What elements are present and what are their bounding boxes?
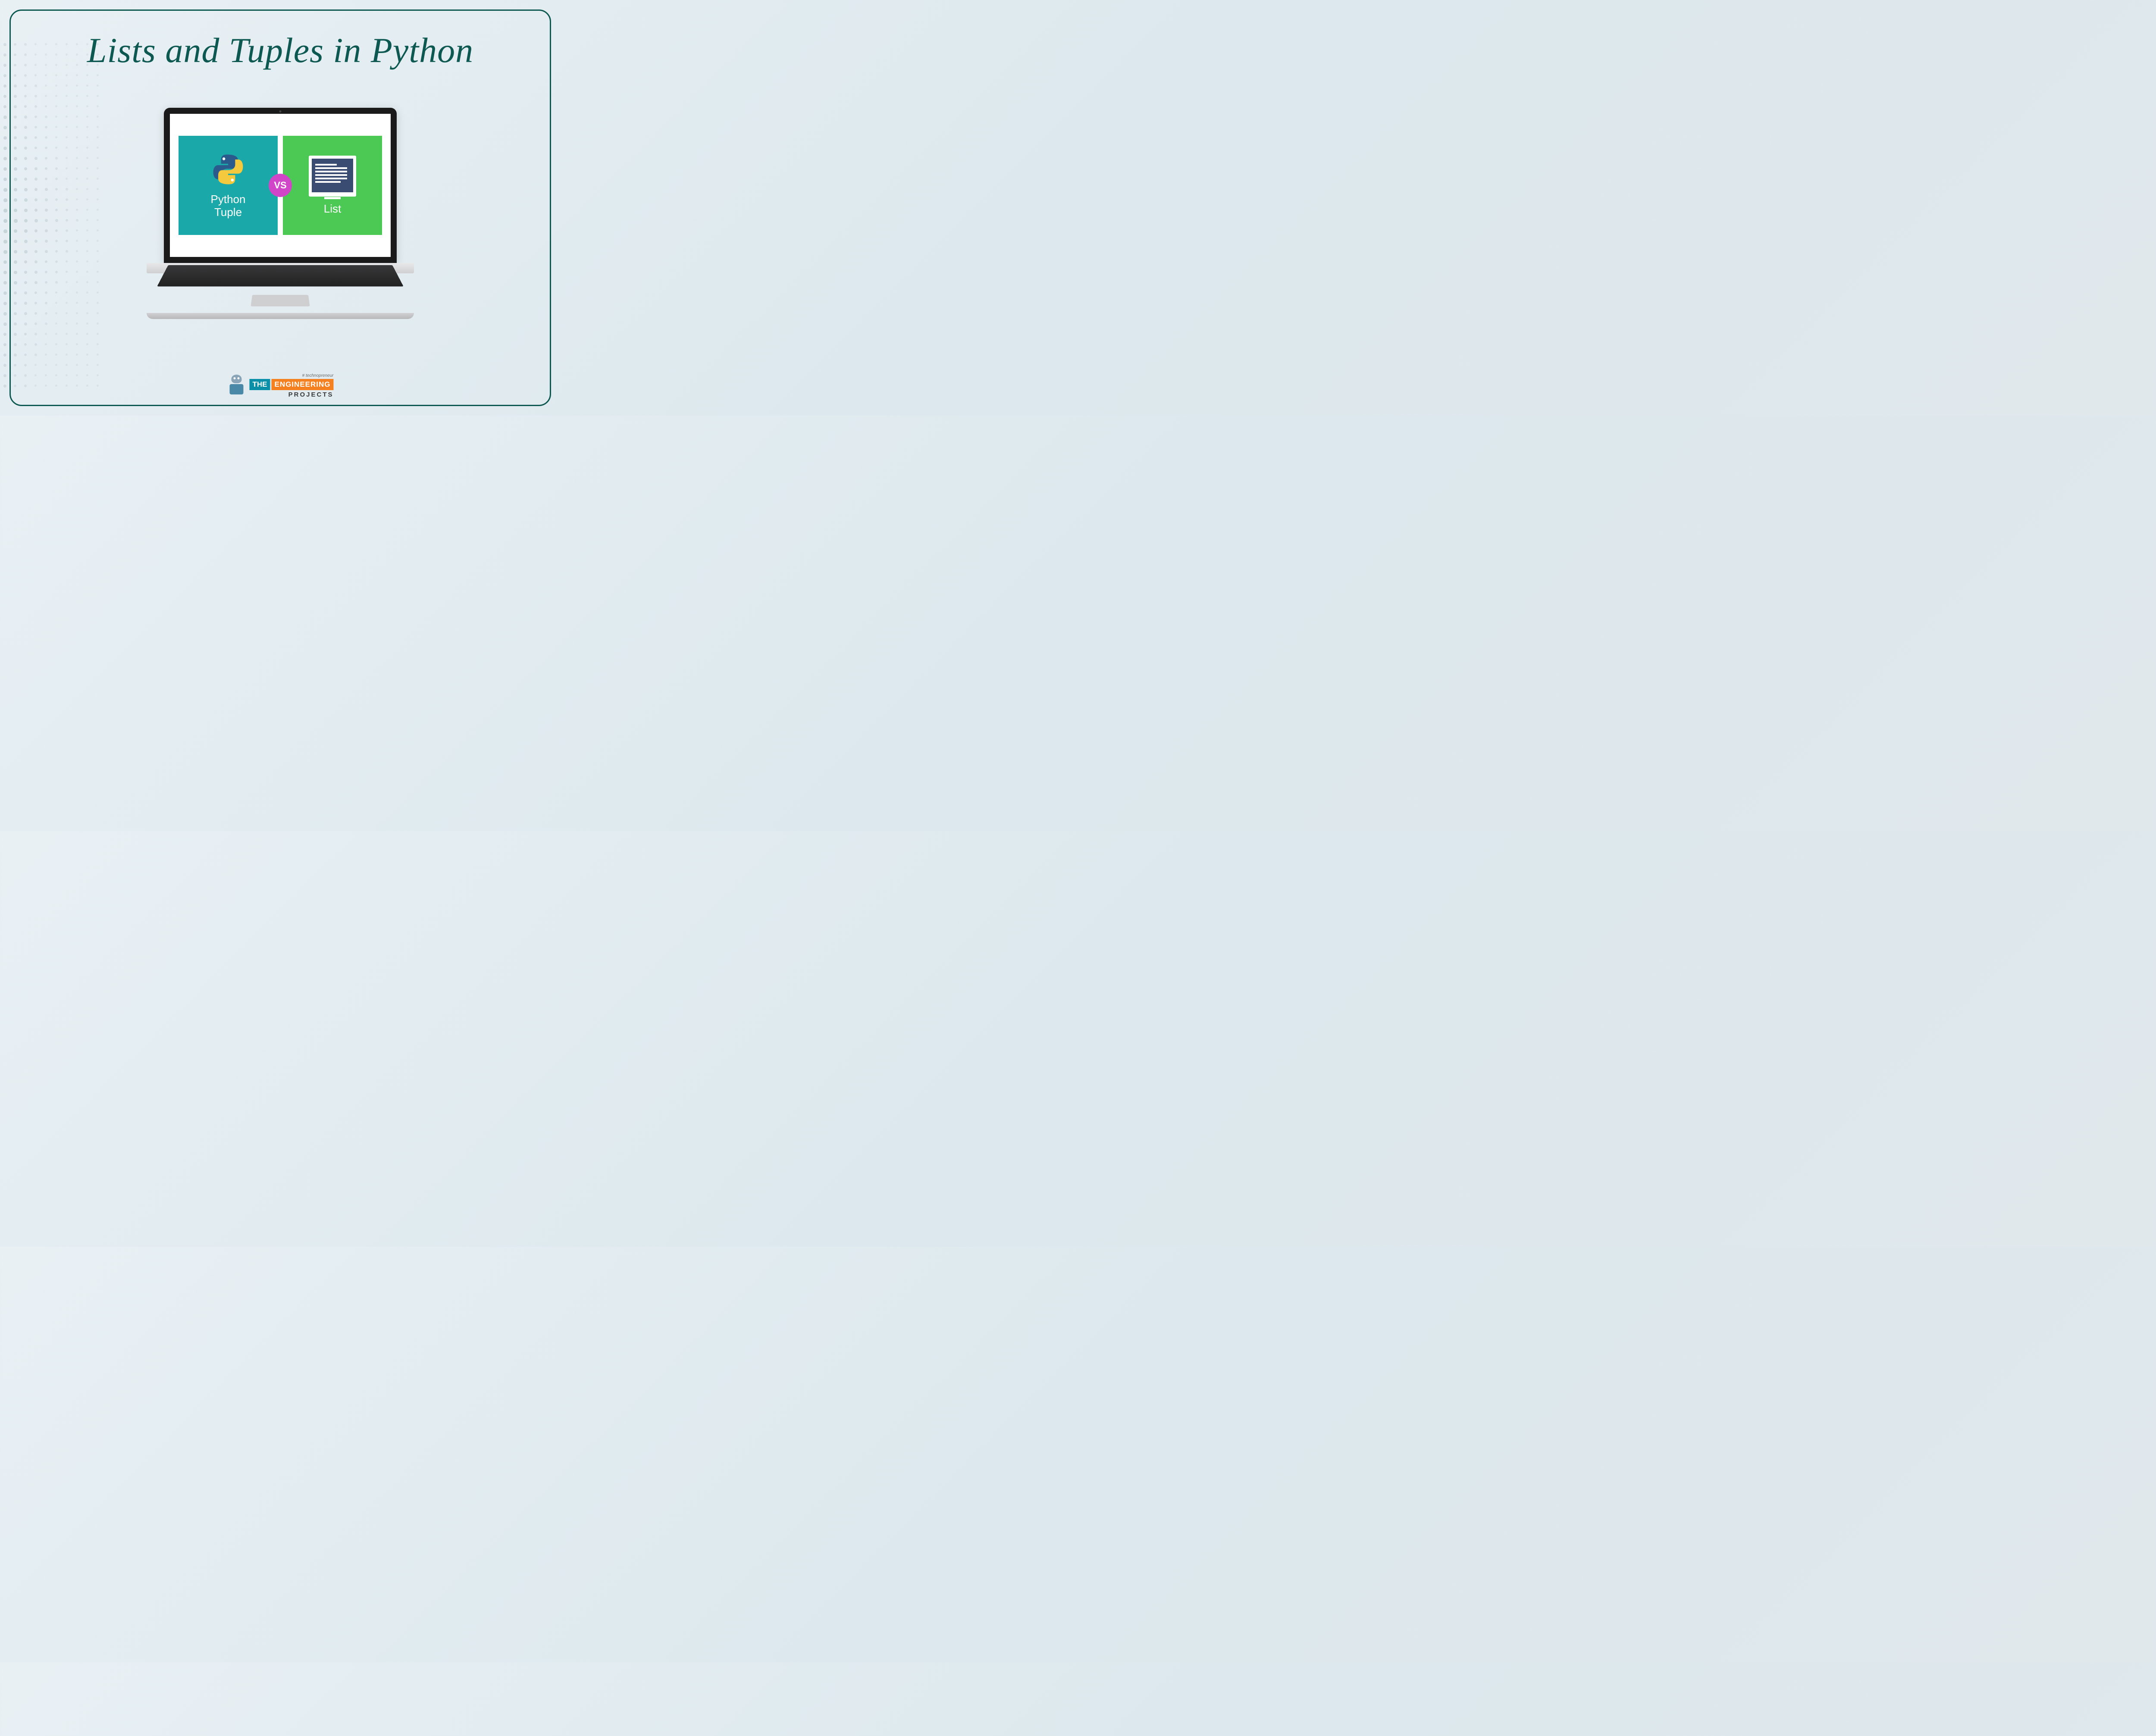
trackpad-icon bbox=[251, 295, 310, 307]
vs-badge: VS bbox=[269, 174, 292, 197]
logo-engineering-text: ENGINEERING bbox=[271, 379, 333, 390]
camera-icon bbox=[279, 110, 282, 113]
logo-projects-text: PROJECTS bbox=[249, 391, 333, 398]
keyboard-icon bbox=[157, 265, 403, 287]
list-monitor-icon bbox=[309, 156, 356, 197]
python-logo-icon bbox=[210, 152, 246, 187]
laptop-screen: Python Tuple VS List bbox=[164, 108, 397, 263]
tuple-card-label: Python Tuple bbox=[211, 193, 246, 219]
robot-mascot-icon bbox=[227, 375, 246, 397]
screen-content: Python Tuple VS List bbox=[170, 114, 391, 257]
page-title: Lists and Tuples in Python bbox=[0, 30, 561, 71]
laptop-illustration: Python Tuple VS List bbox=[147, 108, 414, 319]
footer-brand-logo: # technopreneur THE ENGINEERING PROJECTS bbox=[227, 373, 333, 398]
list-card: List bbox=[283, 136, 382, 235]
tuple-card: Python Tuple bbox=[179, 136, 278, 235]
logo-the-text: THE bbox=[249, 379, 270, 390]
laptop-base bbox=[147, 263, 414, 319]
tagline-text: # technopreneur bbox=[249, 373, 333, 378]
list-card-label: List bbox=[324, 203, 341, 216]
